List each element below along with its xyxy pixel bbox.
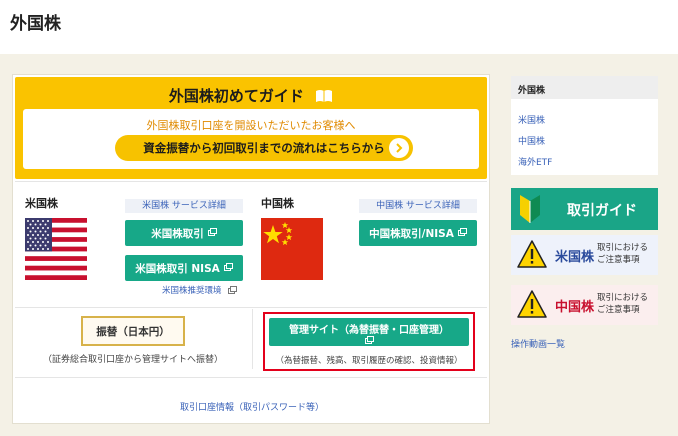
cn-notice-desc-line1: 取引における — [597, 293, 649, 303]
flow-button-label: 資金振替から初回取引までの流れはこちらから — [143, 141, 385, 155]
banner-subtitle: 外国株取引口座を開設いただいたお客様へ — [146, 119, 356, 132]
us-flag-image — [25, 218, 87, 280]
us-notice-desc-line2: ご注意事項 — [597, 255, 640, 265]
us-stock-nisa-button[interactable]: 米国株取引 NISA — [125, 255, 243, 281]
us-nisa-label: 米国株取引 NISA — [135, 262, 220, 275]
cn-notice-desc-line2: ご注意事項 — [597, 305, 640, 315]
beginner-guide-banner[interactable]: 外国株初めてガイド 外国株取引口座を開設いただいたお客様へ 資金振替から初回取引… — [15, 77, 487, 179]
us-service-detail-link[interactable]: 米国株 サービス詳細 — [125, 199, 243, 213]
management-note: （為替振替、残高、取引履歴の確認、投資情報） — [275, 356, 463, 366]
trading-guide-button[interactable]: 取引ガイド — [511, 188, 658, 230]
us-trade-label: 米国株取引 — [151, 227, 204, 240]
sidebar-item-cn-stocks[interactable]: 中国株 — [518, 134, 545, 147]
external-window-icon — [207, 227, 217, 239]
warning-icon — [517, 240, 547, 272]
us-notice-desc-line1: 取引における — [597, 243, 649, 253]
book-icon — [315, 89, 333, 107]
sidebar-item-us-stocks[interactable]: 米国株 — [518, 113, 545, 126]
us-notice-desc: 取引における ご注意事項 — [597, 242, 648, 266]
funds-transfer-flow-button[interactable]: 資金振替から初回取引までの流れはこちらから — [115, 135, 413, 161]
management-button-label: 管理サイト（為替振替・口座管理） — [289, 325, 449, 336]
external-window-icon — [269, 336, 469, 346]
us-stock-title: 米国株 — [25, 197, 58, 210]
us-env-label: 米国株推奨環境 — [162, 286, 222, 296]
divider — [15, 377, 487, 378]
banner-title-text: 外国株初めてガイド — [168, 87, 304, 105]
sidebar-nav: 外国株 米国株 中国株 海外ETF — [511, 76, 658, 175]
transfer-note: （証券総合取引口座から管理サイトへ振替） — [42, 355, 223, 365]
operation-video-list-link[interactable]: 操作動画一覧 — [511, 337, 565, 350]
divider — [15, 307, 487, 308]
external-window-icon — [223, 262, 233, 274]
sidebar-item-overseas-etf[interactable]: 海外ETF — [518, 155, 552, 168]
cn-notice-desc: 取引における ご注意事項 — [597, 292, 648, 316]
banner-inner: 外国株取引口座を開設いただいたお客様へ 資金振替から初回取引までの流れはこちらか… — [23, 109, 479, 169]
sidebar-heading: 外国株 — [511, 76, 658, 99]
us-notice-title: 米国株 — [555, 250, 595, 265]
account-info-link[interactable]: 取引口座情報（取引パスワード等） — [13, 400, 491, 413]
cn-flag-image — [261, 218, 323, 280]
chevron-right-icon — [389, 138, 409, 158]
cn-stock-trade-button[interactable]: 中国株取引/NISA — [359, 220, 477, 246]
divider — [252, 309, 253, 369]
us-notice-link[interactable]: 米国株 取引における ご注意事項 — [511, 235, 658, 275]
us-stock-trade-button[interactable]: 米国株取引 — [125, 220, 243, 246]
trading-guide-label: 取引ガイド — [567, 203, 637, 219]
external-window-icon — [228, 286, 238, 297]
divider — [15, 181, 487, 182]
cn-service-detail-link[interactable]: 中国株 サービス詳細 — [359, 199, 477, 213]
management-site-button[interactable]: 管理サイト（為替振替・口座管理） — [269, 318, 469, 346]
cn-trade-label: 中国株取引/NISA — [369, 227, 454, 240]
external-window-icon — [457, 227, 467, 239]
page-title: 外国株 — [10, 14, 61, 34]
cn-notice-link[interactable]: 中国株 取引における ご注意事項 — [511, 285, 658, 325]
main-panel: 外国株初めてガイド 外国株取引口座を開設いただいたお客様へ 資金振替から初回取引… — [12, 74, 490, 424]
cn-notice-title: 中国株 — [555, 300, 595, 315]
banner-title: 外国株初めてガイド — [15, 85, 487, 107]
beginner-mark-icon — [519, 195, 541, 227]
cn-stock-title: 中国株 — [261, 197, 294, 210]
us-recommended-env-link[interactable]: 米国株推奨環境 — [162, 284, 238, 297]
transfer-jpy-button[interactable]: 振替（日本円） — [81, 316, 185, 346]
warning-icon — [517, 290, 547, 322]
